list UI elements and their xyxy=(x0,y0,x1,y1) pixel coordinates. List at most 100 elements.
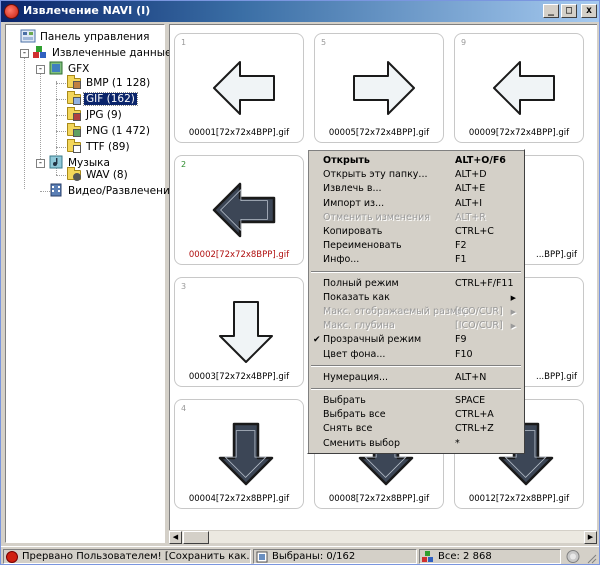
thumbnail-caption: 00009[72x72x4BPP].gif xyxy=(468,128,570,138)
status-message-panel: Прервано Пользователем! [Сохранить как..… xyxy=(3,549,251,564)
menu-item-shortcut: ALT+D xyxy=(455,169,487,181)
app-icon[interactable] xyxy=(4,4,19,19)
menu-item[interactable]: Цвет фона... F10 xyxy=(310,348,522,362)
status-selected-panel: Выбраны: 0/162 xyxy=(253,549,417,564)
menu-item-label: Сменить выбор xyxy=(323,437,400,449)
collapse-toggle[interactable]: - xyxy=(36,159,45,168)
tree-item-label: JPG (9) xyxy=(86,109,122,121)
resize-grip[interactable] xyxy=(585,552,597,564)
title-bar[interactable]: Извлечение NAVI (I) _ □ x xyxy=(1,1,599,22)
menu-separator xyxy=(311,388,521,390)
menu-item: Отменить изменения ALT+R xyxy=(310,211,522,225)
window-title: Извлечение NAVI (I) xyxy=(23,4,151,17)
tree-item-jpg[interactable]: JPG (9) xyxy=(66,107,124,123)
thumbnail-caption: 00001[72x72x4BPP].gif xyxy=(188,128,290,138)
tree-item-ttf[interactable]: TTF (89) xyxy=(66,139,132,155)
arrow-left-icon xyxy=(493,61,555,115)
close-button[interactable]: x xyxy=(581,4,597,18)
menu-item[interactable]: Выбрать SPACE xyxy=(310,394,522,408)
menu-item[interactable]: Переименовать F2 xyxy=(310,239,522,253)
thumbnail-index: 3 xyxy=(181,282,187,291)
arrow-down-icon xyxy=(218,422,274,486)
menu-item-shortcut: [ICO/CUR] xyxy=(455,320,503,332)
tree-item-video[interactable]: Видео/Развлечения xyxy=(48,183,178,199)
menu-item[interactable]: Инфо... F1 xyxy=(310,253,522,267)
thumbnail-card[interactable]: 9 00009[72x72x4BPP].gif xyxy=(454,33,584,143)
tree-item-bmp[interactable]: BMP (1 128) xyxy=(66,75,152,91)
menu-item-label: Нумерация... xyxy=(323,371,389,383)
thumbnail-card[interactable]: 4 00004[72x72x8BPP].gif xyxy=(174,399,304,509)
collapse-toggle[interactable]: - xyxy=(36,65,45,74)
menu-item[interactable]: Нумерация... ALT+N xyxy=(310,371,522,385)
thumbnail-index: 1 xyxy=(181,38,187,47)
tree-item-png[interactable]: PNG (1 472) xyxy=(66,123,152,139)
menu-item-shortcut: F9 xyxy=(455,334,467,346)
folder-icon xyxy=(66,123,82,137)
menu-item-label: Импорт из... xyxy=(323,197,385,209)
control-panel-icon xyxy=(20,29,36,43)
menu-item-shortcut: * xyxy=(455,437,460,449)
menu-item-shortcut: F1 xyxy=(455,254,467,266)
menu-item[interactable]: Импорт из... ALT+I xyxy=(310,197,522,211)
busy-indicator-icon xyxy=(565,549,581,564)
menu-item: Макс. глубина [ICO/CUR] ▶ xyxy=(310,319,522,333)
tree-item-label: GIF (162) xyxy=(83,92,138,106)
menu-item[interactable]: Копировать CTRL+C xyxy=(310,225,522,239)
thumbnail-caption: 00012[72x72x8BPP].gif xyxy=(468,494,570,504)
blocks-icon xyxy=(32,45,48,59)
folder-icon xyxy=(66,91,82,105)
menu-item-label: Выбрать xyxy=(323,395,366,406)
tree-item-label: Видео/Развлечения xyxy=(68,185,177,197)
tree-item-label: GFX xyxy=(68,63,90,75)
submenu-arrow-icon: ▶ xyxy=(510,322,516,331)
scroll-thumb[interactable] xyxy=(183,531,209,544)
thumbnail-caption: 00003[72x72x4BPP].gif xyxy=(188,372,290,382)
collapse-toggle[interactable]: - xyxy=(20,49,29,58)
menu-item[interactable]: Извлечь в... ALT+E xyxy=(310,182,522,196)
menu-item[interactable]: Снять все CTRL+Z xyxy=(310,422,522,436)
menu-item-shortcut: F2 xyxy=(455,240,467,252)
horizontal-scrollbar[interactable]: ◀ ▶ xyxy=(169,530,597,544)
thumbnail-card[interactable]: 1 00001[72x72x4BPP].gif xyxy=(174,33,304,143)
menu-item[interactable]: Открыть эту папку... ALT+D xyxy=(310,168,522,182)
folder-tree[interactable]: Панель управления - Извлеченные данные -… xyxy=(5,24,176,543)
status-total-panel: Все: 2 868 xyxy=(419,549,561,564)
tree-item-label: PNG (1 472) xyxy=(86,125,150,137)
film-icon xyxy=(48,183,64,197)
thumbnail-card[interactable]: 2 00002[72x72x8BPP].gif xyxy=(174,155,304,265)
menu-item[interactable]: Показать как ▶ xyxy=(310,291,522,305)
menu-item[interactable]: Полный режим CTRL+F/F11 xyxy=(310,277,522,291)
status-bar: Прервано Пользователем! [Сохранить как..… xyxy=(1,546,599,564)
folder-icon xyxy=(66,167,82,181)
thumbnail-caption: 00005[72x72x4BPP].gif xyxy=(328,128,430,138)
thumbnail-caption: 00004[72x72x8BPP].gif xyxy=(188,494,290,504)
menu-item-shortcut: ALT+E xyxy=(455,183,486,195)
menu-item[interactable]: Сменить выбор * xyxy=(310,437,522,451)
tree-item-control-panel[interactable]: Панель управления xyxy=(20,29,151,45)
menu-item-shortcut: ALT+I xyxy=(455,197,483,209)
arrow-right-icon xyxy=(353,61,415,115)
thumbnail-card[interactable]: 5 00005[72x72x4BPP].gif xyxy=(314,33,444,143)
scroll-left-button[interactable]: ◀ xyxy=(169,531,182,544)
tree-item-gif[interactable]: GIF (162) xyxy=(66,91,138,107)
menu-item[interactable]: ✔ Прозрачный режим F9 xyxy=(310,333,522,347)
menu-item-shortcut: CTRL+F/F11 xyxy=(455,277,514,289)
menu-item[interactable]: Открыть ALT+O/F6 xyxy=(310,154,522,168)
menu-item-label: Снять все xyxy=(323,423,373,435)
maximize-button[interactable]: □ xyxy=(561,4,577,18)
menu-item-label: Переименовать xyxy=(323,240,402,252)
tree-item-extracted[interactable]: Извлеченные данные xyxy=(32,45,173,61)
menu-item-label: Макс. отображаемый размер xyxy=(323,306,469,317)
menu-item-label: Открыть xyxy=(323,155,370,166)
selection-icon xyxy=(256,551,268,563)
tree-item-label: Извлеченные данные xyxy=(52,47,172,59)
thumbnail-card[interactable]: 3 00003[72x72x4BPP].gif xyxy=(174,277,304,387)
menu-item-shortcut: ALT+R xyxy=(455,211,486,223)
tree-item-wav[interactable]: WAV (8) xyxy=(66,167,130,183)
minimize-button[interactable]: _ xyxy=(543,4,559,18)
status-selected: Выбраны: 0/162 xyxy=(272,551,356,562)
menu-item[interactable]: Выбрать все CTRL+A xyxy=(310,408,522,422)
context-menu[interactable]: Открыть ALT+O/F6 Открыть эту папку... ALT+D… xyxy=(307,149,525,454)
arrow-left-icon xyxy=(212,182,276,238)
scroll-right-button[interactable]: ▶ xyxy=(584,531,597,544)
